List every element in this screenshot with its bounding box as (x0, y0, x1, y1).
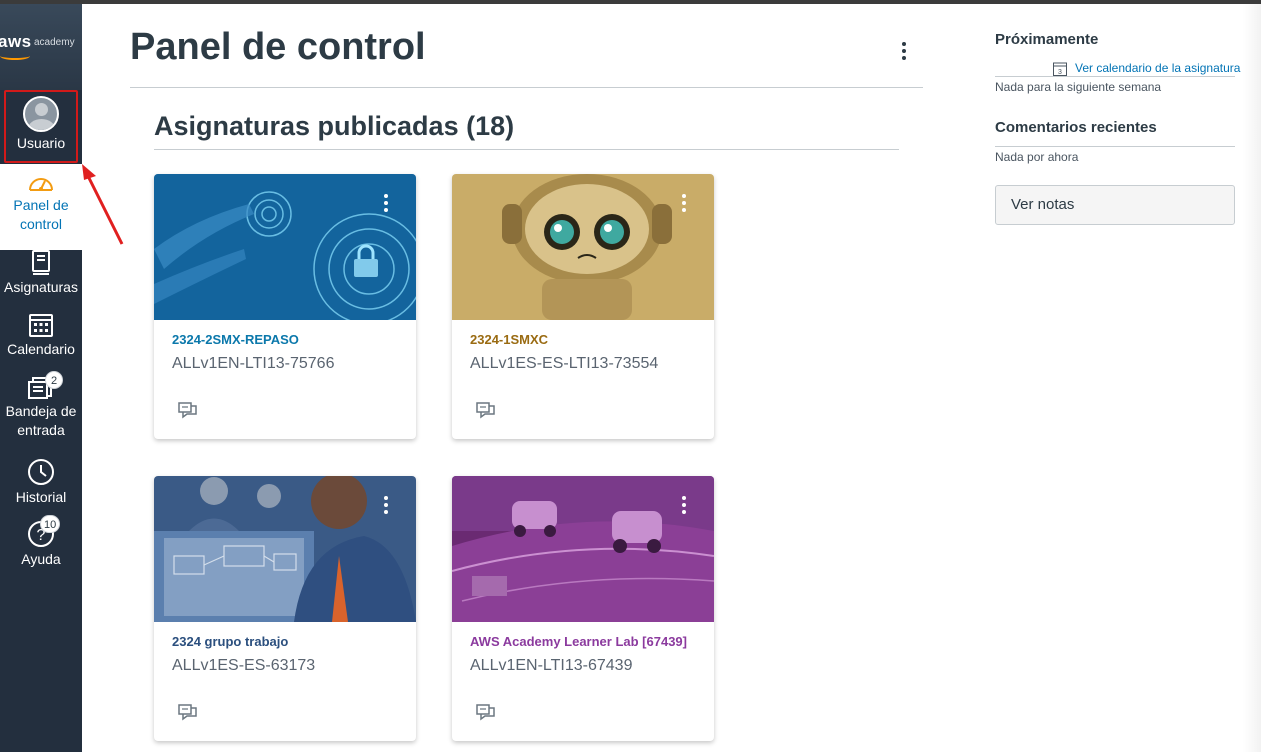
course-card-subtitle: ALLv1EN-LTI13-67439 (470, 657, 633, 674)
course-card-title[interactable]: 2324-1SMXC (470, 332, 548, 347)
nav-dashboard-label-line2: control (19, 216, 63, 232)
page-title: Panel de control (130, 26, 426, 68)
aws-academy-logo[interactable]: aws academy (0, 4, 82, 90)
dashboard-gauge-icon (29, 178, 53, 191)
course-card-image[interactable] (452, 174, 714, 320)
course-card[interactable]: AWS Academy Learner Lab [67439] ALLv1EN-… (452, 476, 714, 741)
course-card-subtitle: ALLv1ES-ES-LTI13-73554 (470, 355, 659, 372)
course-card[interactable]: 2324-1SMXC ALLv1ES-ES-LTI13-73554 (452, 174, 714, 439)
nav-item-help[interactable]: ? 10 Ayuda (0, 515, 82, 576)
nav-item-courses[interactable]: Asignaturas (0, 250, 82, 310)
nav-history-label: Historial (15, 489, 67, 505)
section-divider (154, 149, 899, 150)
course-card-title[interactable]: 2324-2SMX-REPASO (172, 332, 299, 347)
nav-item-inbox[interactable]: 2 Bandeja de entrada (0, 371, 82, 446)
course-card-title[interactable]: 2324 grupo trabajo (172, 634, 288, 649)
main-content: Panel de control Asignaturas publicadas … (82, 4, 1261, 752)
nav-item-calendar[interactable]: Calendario (0, 312, 82, 372)
recent-feedback-heading: Comentarios recientes (995, 119, 1157, 136)
feedback-divider (995, 146, 1235, 147)
view-course-calendar-link[interactable]: Ver calendario de la asignatura (1075, 61, 1240, 75)
global-nav: aws academy Usuario Panel de control Asi… (0, 4, 82, 752)
academy-logo-text: academy (34, 37, 75, 48)
nav-help-label: Ayuda (21, 551, 61, 567)
calendar-icon (29, 314, 53, 337)
help-badge: 10 (40, 515, 61, 533)
aws-smile-icon (0, 52, 30, 60)
section-title: Asignaturas publicadas (18) (154, 111, 515, 141)
user-highlight-box (4, 90, 78, 163)
course-card[interactable]: 2324-2SMX-REPASO ALLv1EN-LTI13-75766 (154, 174, 416, 439)
history-clock-icon (28, 459, 54, 485)
card-options-icon[interactable] (681, 194, 687, 216)
aws-logo-text: aws (0, 32, 32, 51)
page-edge-shadow (1243, 4, 1261, 752)
discussions-icon[interactable] (178, 704, 198, 722)
card-options-icon[interactable] (383, 496, 389, 518)
inbox-unread-badge: 2 (45, 371, 63, 389)
nav-item-user[interactable]: Usuario (0, 90, 82, 164)
svg-text:3: 3 (1058, 69, 1062, 76)
upcoming-heading: Próximamente (995, 31, 1099, 48)
course-card-image[interactable] (452, 476, 714, 622)
course-card-title[interactable]: AWS Academy Learner Lab [67439] (470, 634, 687, 649)
discussions-icon[interactable] (476, 402, 496, 420)
nav-item-dashboard[interactable]: Panel de control (0, 164, 82, 250)
card-options-icon[interactable] (681, 496, 687, 518)
course-card-subtitle: ALLv1ES-ES-63173 (172, 657, 316, 674)
nav-inbox-label-line2: entrada (17, 422, 65, 438)
title-divider (130, 87, 923, 88)
course-card-image[interactable] (154, 476, 416, 622)
discussions-icon[interactable] (476, 704, 496, 722)
nav-courses-label: Asignaturas (4, 279, 78, 295)
view-grades-button[interactable]: Ver notas (995, 185, 1235, 225)
nav-inbox-label-line1: Bandeja de (5, 403, 77, 419)
nav-item-history[interactable]: Historial (0, 458, 82, 514)
course-card[interactable]: 2324 grupo trabajo ALLv1ES-ES-63173 (154, 476, 416, 741)
card-options-icon[interactable] (383, 194, 389, 216)
upcoming-divider (995, 76, 1235, 77)
upcoming-empty-text: Nada para la siguiente semana (995, 80, 1162, 94)
dashboard-options-menu-icon[interactable] (901, 42, 907, 64)
nav-dashboard-label-line1: Panel de (13, 197, 69, 213)
course-card-image[interactable] (154, 174, 416, 320)
feedback-empty-text: Nada por ahora (995, 150, 1079, 164)
course-card-subtitle: ALLv1EN-LTI13-75766 (172, 355, 335, 372)
nav-calendar-label: Calendario (7, 341, 75, 357)
courses-book-icon (32, 250, 50, 275)
calendar-small-icon: 3 (1053, 62, 1067, 76)
discussions-icon[interactable] (178, 402, 198, 420)
